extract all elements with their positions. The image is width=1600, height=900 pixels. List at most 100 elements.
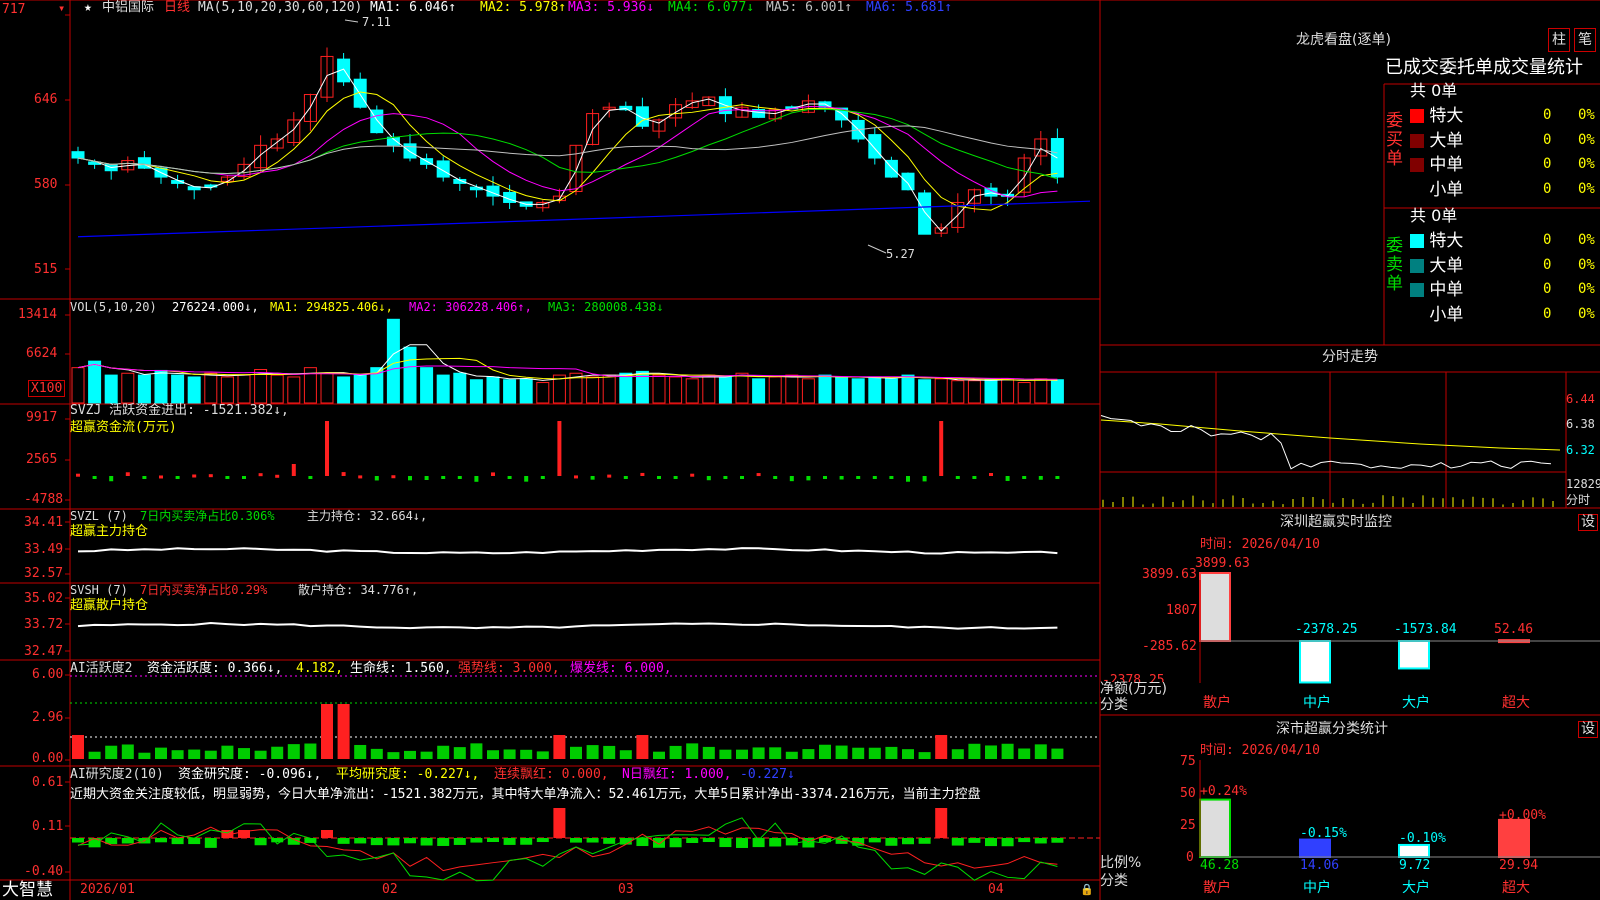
lock-icon[interactable]: 🔒: [1080, 882, 1094, 897]
tab-bar[interactable]: 柱: [1548, 28, 1570, 52]
max-price-label: 7.11: [362, 15, 391, 29]
order-color-swatch: [1410, 283, 1424, 297]
research-bar: [470, 838, 483, 843]
intraday-axis-label-3: 6.32: [1566, 443, 1595, 457]
money-flow-bar: [706, 476, 711, 481]
volume-bar: [436, 374, 450, 404]
order-color-swatch: [1410, 109, 1424, 123]
activity-bar: [420, 751, 433, 759]
date-label-4: 04: [988, 882, 1004, 897]
net-amount-label: 52.46: [1494, 622, 1534, 637]
tab-tick[interactable]: 笔: [1574, 28, 1596, 52]
net-amount-category-label: 散户: [1203, 695, 1231, 711]
sz-monitor-axis-label-3: -285.62: [1142, 639, 1197, 654]
activity-bar: [686, 743, 699, 759]
stock-name[interactable]: 中铝国际: [102, 0, 154, 15]
ratio-bar: [1398, 843, 1430, 859]
volume-bar: [220, 376, 234, 404]
sell-total: 共 0单: [1410, 206, 1458, 225]
money-flow-bar: [258, 473, 263, 477]
svzl-hold: 主力持仓: 32.664↓,: [307, 509, 428, 523]
money-flow-bar: [192, 474, 197, 478]
app-root: ▾ ★ 717 中铝国际 日线 MA(5,10,20,30,60,120) MA…: [0, 0, 1600, 900]
svzl-ratio: 7日内买卖净占比0.306%: [140, 509, 275, 523]
activity-bar: [304, 743, 317, 759]
money-flow-bar: [989, 472, 993, 476]
research-bar: [885, 838, 898, 846]
money-flow-bar: [474, 476, 479, 482]
activity-bar: [188, 749, 201, 759]
activity-bar: [553, 735, 566, 759]
research-bar: [1001, 838, 1014, 847]
money-flow-bar: [291, 464, 296, 476]
money-flow-bar: [590, 476, 595, 480]
research-bar: [619, 838, 632, 845]
sz-monitor-ylabel: 净额(万元): [1100, 681, 1167, 697]
svsh-subtitle: 超赢散户持仓: [70, 598, 149, 613]
money-flow-bar: [125, 472, 130, 476]
activity-bar: [88, 751, 101, 759]
ma4-value: MA4: 6.077↓: [668, 0, 755, 15]
volume-bar: [685, 378, 699, 404]
order-count-value: 0: [1543, 256, 1552, 273]
period-label[interactable]: 日线: [164, 0, 190, 15]
retail-hold-line: [77, 622, 1058, 630]
sz-category-axis-label-4: 0: [1186, 850, 1194, 865]
research-bar: [868, 838, 881, 843]
volume-bar: [934, 378, 948, 404]
volume-bar: [503, 379, 517, 404]
research-bar: [370, 838, 383, 846]
activity-bar: [337, 704, 350, 759]
ma-params: MA(5,10,20,30,60,120): [198, 0, 363, 15]
research-bar: [1034, 838, 1047, 844]
vol-title: VOL(5,10,20): [70, 300, 157, 314]
sz-monitor-settings-button[interactable]: 设: [1578, 514, 1598, 531]
research-bar: [968, 838, 981, 843]
app-logo[interactable]: 大智慧: [2, 880, 53, 900]
sz-category-settings-button[interactable]: 设: [1578, 721, 1598, 738]
ma3-value: MA3: 5.936↓: [568, 0, 655, 15]
money-flow-bar: [142, 476, 147, 479]
research-bar: [570, 838, 582, 843]
activity-bar: [1001, 743, 1014, 759]
favorite-star-icon[interactable]: ★: [84, 0, 92, 15]
chart-canvas[interactable]: [0, 0, 1600, 900]
research-bar: [72, 838, 84, 843]
money-flow-bar: [524, 476, 529, 482]
ai-active-life: 生命线: 1.560,: [350, 661, 452, 676]
research-bar: [188, 838, 201, 845]
dropdown-arrow-icon[interactable]: ▾: [58, 1, 65, 16]
money-flow-bar: [623, 476, 628, 479]
research-bar: [769, 838, 782, 847]
ai-research-comment: 近期大资金关注度较低，明显弱势，今日大单净流出：-1521.382万元，其中特大…: [70, 787, 981, 802]
ai-research-last: -0.227↓: [740, 767, 795, 782]
volume-bar: [1050, 379, 1064, 404]
research-bar: [354, 838, 367, 844]
research-bar: [586, 838, 599, 843]
ai-research-nday: N日飘红: 1.000,: [622, 767, 732, 782]
volume-bar: [386, 318, 400, 404]
activity-bar: [653, 751, 665, 759]
candle-body: [436, 160, 450, 178]
activity-bar: [868, 747, 881, 759]
research-bar: [918, 838, 931, 844]
ratio-category-label: 散户: [1203, 880, 1231, 896]
activity-bar: [968, 743, 981, 759]
order-percent-value: 0%: [1578, 107, 1595, 123]
volume-bar: [868, 376, 882, 404]
sz-category-ylabel: 比例%: [1100, 855, 1142, 871]
money-flow-bar: [491, 472, 495, 476]
intraday-title: 分时走势: [1322, 349, 1378, 365]
research-bar: [487, 838, 499, 843]
net-amount-bar: [1299, 640, 1331, 684]
order-count-value: 0: [1543, 107, 1552, 123]
order-row: 特大: [1410, 106, 1463, 126]
volume-bar: [619, 372, 633, 404]
ratio-category-label: 超大: [1502, 880, 1530, 896]
svsh-title: SVSH (7): [70, 583, 128, 597]
ratio-value-label: 9.72: [1399, 858, 1431, 873]
volume-bar: [602, 374, 616, 404]
research-bar: [387, 838, 400, 846]
research-bar: [404, 838, 416, 844]
research-bar: [1018, 838, 1031, 843]
